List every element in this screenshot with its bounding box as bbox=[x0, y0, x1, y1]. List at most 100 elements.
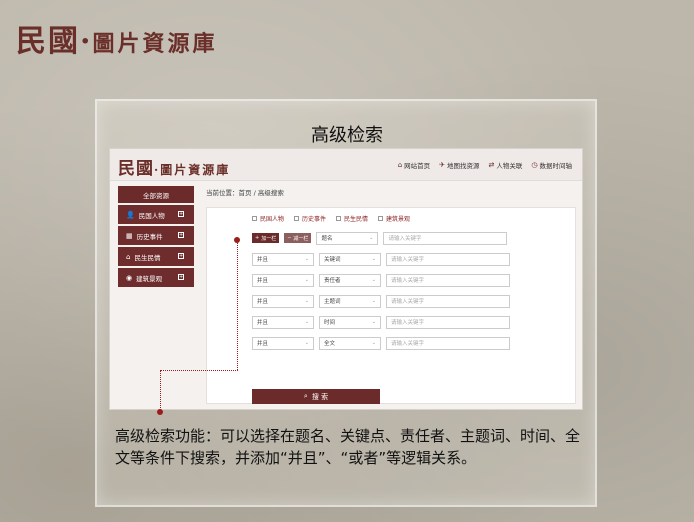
site-logo-main: 民國 bbox=[118, 159, 154, 179]
logic-select[interactable]: 并且 ⌄ bbox=[252, 294, 314, 308]
chevron-down-icon: ⌄ bbox=[369, 235, 374, 241]
bird-icon: ✈ bbox=[439, 161, 446, 169]
expand-icon[interactable]: + bbox=[178, 253, 184, 259]
search-row: 并且 ⌄ 责任者 ⌄ 请输入关键字 bbox=[252, 273, 510, 287]
search-button-label: 搜 索 bbox=[311, 392, 329, 401]
logic-select[interactable]: 并且 ⌄ bbox=[252, 336, 314, 350]
annotation-line bbox=[237, 243, 238, 370]
building-icon: ◉ bbox=[126, 273, 133, 282]
field-select[interactable]: 主题词 ⌄ bbox=[319, 294, 381, 308]
field-select[interactable]: 责任者 ⌄ bbox=[319, 273, 381, 287]
clock-icon: ◷ bbox=[531, 161, 538, 169]
keyword-input[interactable]: 请输入关键字 bbox=[386, 294, 510, 308]
chevron-down-icon: ⌄ bbox=[304, 319, 309, 325]
expand-icon[interactable]: + bbox=[178, 232, 184, 238]
filter-architecture[interactable]: 建筑景观 bbox=[378, 214, 410, 223]
nav-timeline[interactable]: ◷ 数据时间轴 bbox=[531, 160, 572, 170]
sidebar-item-people[interactable]: 👤 民国人物 + bbox=[118, 205, 194, 224]
sidebar: 全部资源 👤 民国人物 + ▦ 历史事件 + ⌂ 民生民情 + ◉ 建筑景观 + bbox=[118, 186, 194, 289]
field-select[interactable]: 全文 ⌄ bbox=[319, 336, 381, 350]
field-value: 主题词 bbox=[324, 299, 341, 305]
logic-select[interactable]: 并且 ⌄ bbox=[252, 273, 314, 287]
field-select[interactable]: 时间 ⌄ bbox=[319, 315, 381, 329]
expand-icon[interactable]: + bbox=[178, 274, 184, 280]
top-nav: ⌂ 网站首页 ✈ 地图找资源 ⇄ 人物关联 ◷ 数据时间轴 bbox=[398, 160, 572, 170]
logic-select[interactable]: 并且 ⌄ bbox=[252, 315, 314, 329]
site-logo-sub: 圖片資源庫 bbox=[160, 163, 231, 177]
add-row-button[interactable]: + 加一栏 bbox=[252, 233, 280, 243]
chevron-down-icon: ⌄ bbox=[371, 340, 376, 346]
site-logo[interactable]: 民國·圖片資源庫 bbox=[118, 154, 230, 179]
checkbox[interactable] bbox=[378, 216, 384, 221]
keyword-input[interactable]: 请输入关键字 bbox=[386, 315, 510, 329]
checkbox[interactable] bbox=[294, 216, 300, 221]
sidebar-item-label: 民国人物 bbox=[138, 211, 165, 220]
nav-map[interactable]: ✈ 地图找资源 bbox=[439, 160, 479, 170]
filter-livelihood[interactable]: 民生民情 bbox=[336, 214, 368, 223]
breadcrumb: 当前位置：首页 / 高级搜索 bbox=[206, 189, 284, 197]
annotation-line bbox=[160, 370, 161, 412]
logic-value: 并且 bbox=[257, 278, 269, 284]
brand-main: 民國 bbox=[16, 24, 80, 59]
person-icon: 👤 bbox=[126, 210, 135, 219]
logic-select[interactable]: 并且 ⌄ bbox=[252, 252, 314, 266]
filter-label: 历史事件 bbox=[302, 216, 327, 223]
remove-row-label: 减一栏 bbox=[293, 235, 309, 242]
field-select[interactable]: 题名 ⌄ bbox=[316, 231, 379, 245]
filter-events[interactable]: 历史事件 bbox=[294, 214, 326, 223]
search-panel: 民国人物 历史事件 民生民情 建筑景观 + 加一栏 − 减一栏 题名 ⌄ 请输入关键字… bbox=[206, 207, 576, 404]
checkbox[interactable] bbox=[252, 216, 257, 221]
sidebar-item-events[interactable]: ▦ 历史事件 + bbox=[118, 226, 194, 245]
main-content: 当前位置：首页 / 高级搜索 民国人物 历史事件 民生民情 建筑景观 + 加一栏 … bbox=[206, 186, 576, 404]
remove-row-button[interactable]: − 减一栏 bbox=[284, 233, 312, 243]
logic-value: 并且 bbox=[257, 257, 269, 263]
annotation-line bbox=[160, 370, 238, 371]
chevron-down-icon: ⌄ bbox=[371, 319, 376, 325]
calendar-icon: ▦ bbox=[126, 231, 133, 240]
logic-value: 并且 bbox=[257, 299, 269, 305]
sidebar-head: 全部资源 bbox=[118, 186, 194, 203]
search-row: 并且 ⌄ 关键词 ⌄ 请输入关键字 bbox=[252, 252, 510, 266]
keyword-input[interactable]: 请输入关键字 bbox=[386, 336, 510, 350]
nav-home[interactable]: ⌂ 网站首页 bbox=[398, 160, 430, 170]
search-row: 并且 ⌄ 主题词 ⌄ 请输入关键字 bbox=[252, 294, 510, 308]
sidebar-item-label: 建筑景观 bbox=[136, 274, 163, 283]
keyword-input[interactable]: 请输入关键字 bbox=[383, 231, 508, 245]
search-row: 并且 ⌄ 全文 ⌄ 请输入关键字 bbox=[252, 336, 510, 350]
nav-people[interactable]: ⇄ 人物关联 bbox=[489, 160, 523, 170]
filter-people[interactable]: 民国人物 bbox=[252, 214, 284, 223]
feature-description: 高级检索功能：可以选择在题名、关键点、责任者、主题词、时间、全文等条件下搜索，并… bbox=[115, 427, 581, 467]
sidebar-item-livelihood[interactable]: ⌂ 民生民情 + bbox=[118, 247, 194, 266]
checkbox[interactable] bbox=[336, 216, 342, 221]
nav-label: 网站首页 bbox=[404, 162, 431, 170]
brand-dot: · bbox=[80, 24, 93, 59]
plus-icon: + bbox=[255, 235, 260, 241]
field-value: 责任者 bbox=[324, 278, 341, 284]
category-filters: 民国人物 历史事件 民生民情 建筑景观 bbox=[252, 214, 410, 223]
logic-value: 并且 bbox=[257, 320, 269, 326]
chevron-down-icon: ⌄ bbox=[304, 277, 309, 283]
filter-label: 建筑景观 bbox=[386, 216, 411, 223]
chevron-down-icon: ⌄ bbox=[304, 340, 309, 346]
search-row: + 加一栏 − 减一栏 题名 ⌄ 请输入关键字 bbox=[252, 231, 508, 245]
field-select[interactable]: 关键词 ⌄ bbox=[319, 252, 381, 266]
nav-label: 地图找资源 bbox=[447, 162, 480, 170]
expand-icon[interactable]: + bbox=[178, 211, 184, 217]
home-icon: ⌂ bbox=[397, 161, 403, 169]
site-header: 民國·圖片資源庫 ⌂ 网站首页 ✈ 地图找资源 ⇄ 人物关联 ◷ 数据时间轴 bbox=[110, 149, 582, 181]
keyword-input[interactable]: 请输入关键字 bbox=[386, 273, 510, 287]
chevron-down-icon: ⌄ bbox=[304, 256, 309, 262]
search-button[interactable]: ⌕ 搜 索 bbox=[252, 389, 380, 404]
brand-title: 民國·圖片資源庫 bbox=[16, 16, 217, 60]
annotation-dot bbox=[157, 409, 163, 415]
filter-label: 民生民情 bbox=[344, 216, 369, 223]
filter-label: 民国人物 bbox=[260, 216, 285, 223]
sidebar-item-architecture[interactable]: ◉ 建筑景观 + bbox=[118, 268, 194, 287]
sidebar-item-label: 民生民情 bbox=[134, 253, 161, 262]
field-value: 时间 bbox=[324, 320, 336, 326]
house-icon: ⌂ bbox=[126, 252, 131, 261]
keyword-input[interactable]: 请输入关键字 bbox=[386, 252, 510, 266]
nav-label: 数据时间轴 bbox=[539, 162, 573, 170]
field-value: 关键词 bbox=[324, 257, 341, 263]
chevron-down-icon: ⌄ bbox=[371, 298, 376, 304]
